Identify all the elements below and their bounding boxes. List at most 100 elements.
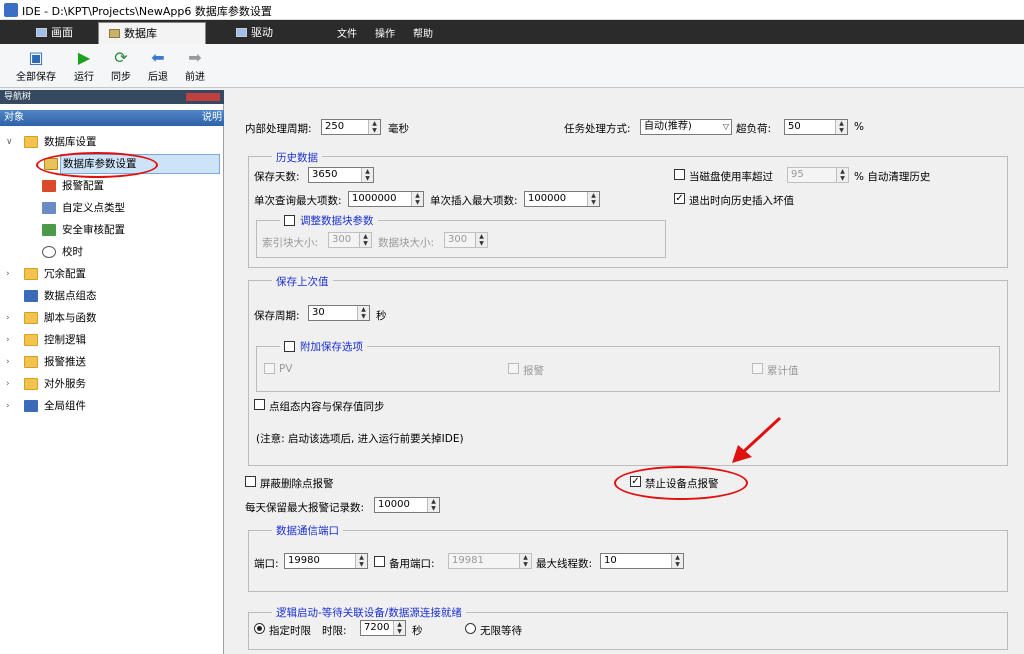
spin-icon[interactable]: ▲ ▼ — [411, 192, 423, 206]
mask-delete-checkbox[interactable] — [245, 476, 256, 487]
pv-checkbox[interactable] — [264, 363, 275, 374]
max-threads-input[interactable]: 10 ▲ ▼ — [600, 553, 684, 569]
tree-item-alarm-config[interactable]: 报警配置 — [0, 175, 222, 197]
overload-input[interactable]: 50 ▲ ▼ — [784, 119, 848, 135]
chevron-down-icon: ▽ — [722, 122, 729, 131]
time-limit-input[interactable]: 7200 ▲ ▼ — [360, 620, 406, 636]
comm-port-title: 数据通信端口 — [272, 523, 343, 538]
menu-operation[interactable]: 操作 — [375, 25, 395, 40]
back-button[interactable]: ⬅ 后退 — [139, 48, 177, 83]
folder-icon — [24, 136, 38, 148]
tree-item-control-logic[interactable]: › 控制逻辑 — [0, 329, 222, 351]
sync-config-checkbox[interactable] — [254, 399, 265, 410]
index-block-label: 索引块大小: — [262, 237, 319, 249]
index-block-input[interactable]: 300 ▲ ▼ — [328, 232, 372, 248]
sync-button[interactable]: ⟳ 同步 — [102, 48, 140, 83]
chevron-right-icon[interactable]: › — [6, 329, 16, 351]
save-all-button[interactable]: ▣ 全部保存 — [13, 48, 59, 83]
annotation-arrow-icon — [732, 416, 782, 463]
tree-item-time-sync[interactable]: 校时 — [0, 241, 222, 263]
disk-usage-input[interactable]: 95 ▲ ▼ — [787, 167, 849, 183]
chevron-right-icon[interactable]: › — [6, 351, 16, 373]
disk-usage-checkbox[interactable] — [674, 169, 685, 180]
max-query-input[interactable]: 1000000 ▲ ▼ — [348, 191, 424, 207]
chevron-right-icon[interactable]: › — [6, 395, 16, 417]
chevron-right-icon[interactable]: › — [6, 307, 16, 329]
tree-item-global-components[interactable]: › 全局组件 — [0, 395, 222, 417]
data-block-label: 数据块大小: — [378, 237, 435, 249]
save-period-input[interactable]: 30 ▲ ▼ — [308, 305, 370, 321]
port-label: 端口: — [254, 558, 279, 570]
close-icon[interactable] — [186, 93, 220, 101]
infinite-wait-label: 无限等待 — [480, 625, 522, 637]
cycle-input[interactable]: 250 ▲ ▼ — [321, 119, 381, 135]
task-mode-label: 任务处理方式: — [564, 123, 631, 135]
tree-item-database-settings[interactable]: ∨ 数据库设置 — [0, 131, 222, 153]
toolbar: ▣ 全部保存 ▶ 运行 ⟳ 同步 ⬅ 后退 ➡ 前进 — [0, 44, 1024, 88]
disk-usage-unit: % 自动清理历史 — [854, 171, 931, 183]
tab-screen[interactable]: 画面 — [26, 22, 83, 44]
user-shield-icon — [42, 224, 56, 236]
spin-icon[interactable]: ▲ ▼ — [836, 168, 848, 182]
extra-options-checkbox[interactable] — [284, 341, 295, 352]
spin-icon[interactable]: ▲ ▼ — [368, 120, 380, 134]
tree-item-custom-point-type[interactable]: 自定义点类型 — [0, 197, 222, 219]
edit-icon — [42, 202, 56, 214]
tab-driver[interactable]: 驱动 — [226, 22, 283, 44]
data-block-input[interactable]: 300 ▲ ▼ — [444, 232, 488, 248]
chevron-right-icon[interactable]: › — [6, 373, 16, 395]
sync-config-label: 点组态内容与保存值同步 — [269, 401, 385, 413]
overload-unit: % — [854, 121, 864, 133]
driver-icon — [236, 28, 247, 37]
port-input[interactable]: 19980 ▲ ▼ — [284, 553, 368, 569]
max-insert-label: 单次插入最大项数: — [430, 195, 518, 207]
alarm-checkbox[interactable] — [508, 363, 519, 374]
daily-max-input[interactable]: 10000 ▲ ▼ — [374, 497, 440, 513]
infinite-wait-radio[interactable] — [465, 623, 476, 634]
run-button[interactable]: ▶ 运行 — [65, 48, 103, 83]
cycle-label: 内部处理周期: — [245, 123, 312, 135]
spin-icon[interactable]: ▲ ▼ — [355, 554, 367, 568]
spin-icon[interactable]: ▲ ▼ — [475, 233, 487, 247]
alarm-icon — [42, 180, 56, 192]
accumulated-checkbox[interactable] — [752, 363, 763, 374]
tree-item-scripts[interactable]: › 脚本与函数 — [0, 307, 222, 329]
alarm-label: 报警 — [523, 365, 544, 377]
tab-database[interactable]: 数据库 — [98, 22, 206, 44]
spin-icon[interactable]: ▲ ▼ — [361, 168, 373, 182]
max-query-label: 单次查询最大项数: — [254, 195, 342, 207]
time-limit-label: 时限: — [322, 625, 347, 637]
fixed-limit-radio[interactable] — [254, 623, 265, 634]
menu-help[interactable]: 帮助 — [413, 25, 433, 40]
tree-item-external-services[interactable]: › 对外服务 — [0, 373, 222, 395]
backup-port-input[interactable]: 19981 ▲ ▼ — [448, 553, 532, 569]
folder-icon — [24, 312, 38, 324]
annotation-ellipse — [614, 466, 748, 500]
spin-icon[interactable]: ▲ ▼ — [519, 554, 531, 568]
chevron-down-icon[interactable]: ∨ — [6, 131, 16, 153]
screen-icon — [36, 28, 47, 37]
spin-icon[interactable]: ▲ ▼ — [671, 554, 683, 568]
note-text: (注意: 启动该选项后, 进入运行前要关掉IDE) — [256, 433, 464, 445]
exit-insert-bad-checkbox[interactable]: ✓ — [674, 193, 685, 204]
spin-icon[interactable]: ▲ ▼ — [393, 621, 405, 635]
history-days-input[interactable]: 3650 ▲ ▼ — [308, 167, 374, 183]
block-params-checkbox[interactable] — [284, 215, 295, 226]
tree-item-security-audit[interactable]: 安全审核配置 — [0, 219, 222, 241]
save-period-label: 保存周期: — [254, 310, 300, 322]
chevron-right-icon[interactable]: › — [6, 263, 16, 285]
task-mode-select[interactable]: 自动(推荐) ▽ — [640, 119, 732, 135]
tree-item-alarm-push[interactable]: › 报警推送 — [0, 351, 222, 373]
tree-item-point-config[interactable]: 数据点组态 — [0, 285, 222, 307]
backup-port-checkbox[interactable] — [374, 556, 385, 567]
spin-icon[interactable]: ▲ ▼ — [359, 233, 371, 247]
spin-icon[interactable]: ▲ ▼ — [835, 120, 847, 134]
spin-icon[interactable]: ▲ ▼ — [587, 192, 599, 206]
forward-button[interactable]: ➡ 前进 — [176, 48, 214, 83]
menu-file[interactable]: 文件 — [337, 25, 357, 40]
spin-icon[interactable]: ▲ ▼ — [427, 498, 439, 512]
max-insert-input[interactable]: 100000 ▲ ▼ — [524, 191, 600, 207]
spin-icon[interactable]: ▲ ▼ — [357, 306, 369, 320]
save-period-unit: 秒 — [376, 310, 387, 322]
tree-item-redundancy[interactable]: › 冗余配置 — [0, 263, 222, 285]
